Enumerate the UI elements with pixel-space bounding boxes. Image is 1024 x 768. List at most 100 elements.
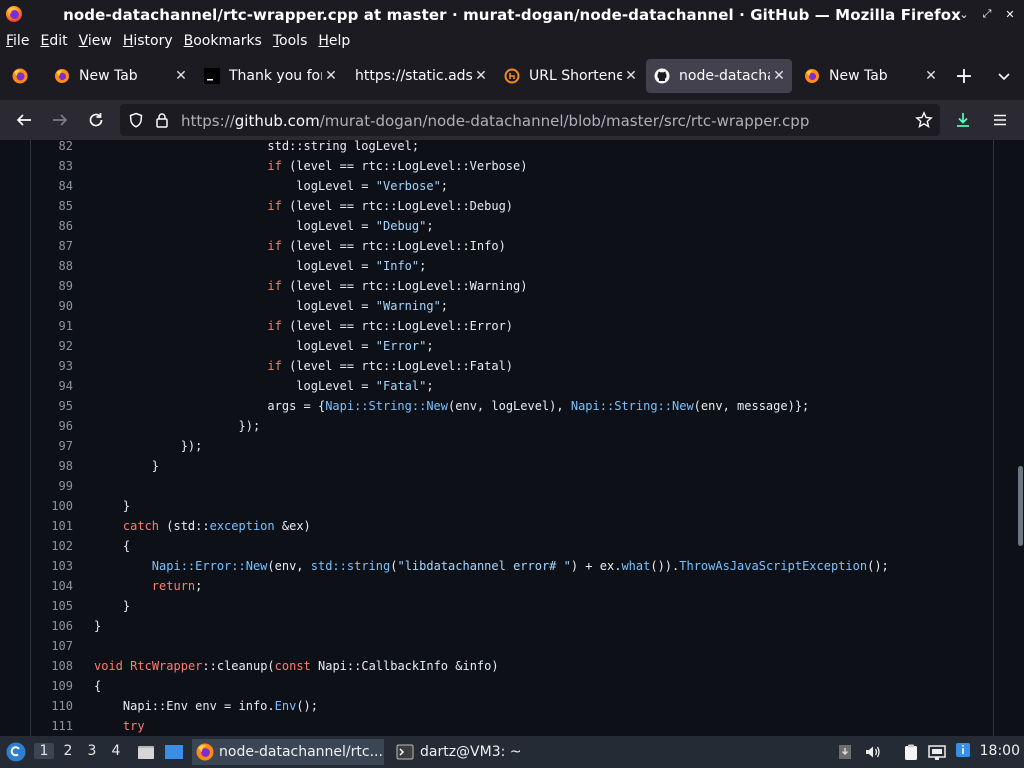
- workspace-4[interactable]: 4: [106, 743, 126, 759]
- line-code: {: [94, 539, 131, 553]
- terminal-icon: [396, 743, 414, 761]
- terminal-icon: [204, 68, 220, 84]
- close-icon[interactable]: ✕: [472, 68, 490, 84]
- line-code: Napi::Error::New(env, std::string("libda…: [151, 559, 889, 573]
- minimize-button[interactable]: ⌄: [958, 7, 970, 21]
- tab-new-tab-2[interactable]: New Tab ✕: [796, 59, 944, 93]
- app-menu-button[interactable]: [988, 108, 1012, 132]
- close-icon[interactable]: ✕: [172, 68, 190, 84]
- menu-bookmarks[interactable]: Bookmarks: [178, 33, 267, 49]
- navigation-toolbar: https://github.com/murat-dogan/node-data…: [0, 100, 1024, 140]
- line-number[interactable]: 99: [31, 476, 73, 496]
- maximize-button[interactable]: ⤢: [981, 7, 993, 21]
- line-number[interactable]: 96: [31, 416, 73, 436]
- line-number[interactable]: 82: [31, 140, 73, 156]
- new-tab-button[interactable]: +: [952, 64, 976, 89]
- hamburger-menu-icon: [994, 114, 1006, 126]
- tab-thank-you[interactable]: Thank you for ✕: [196, 59, 344, 93]
- workspace-1[interactable]: 1: [34, 743, 54, 759]
- tab-title: New Tab: [829, 68, 888, 84]
- reload-button[interactable]: [84, 108, 108, 132]
- network-button[interactable]: [925, 740, 949, 764]
- scrollbar[interactable]: [1018, 466, 1023, 546]
- forward-button[interactable]: [48, 108, 72, 132]
- line-number[interactable]: 94: [31, 376, 73, 396]
- line-number[interactable]: 107: [31, 636, 73, 656]
- tab-bar: New Tab ✕ Thank you for ✕ https://static…: [0, 52, 1024, 100]
- line-number[interactable]: 92: [31, 336, 73, 356]
- tab-title: New Tab: [79, 68, 138, 84]
- line-number[interactable]: 106: [31, 616, 73, 636]
- line-number[interactable]: 98: [31, 456, 73, 476]
- menu-file[interactable]: File: [0, 33, 34, 49]
- line-number[interactable]: 87: [31, 236, 73, 256]
- close-icon[interactable]: ✕: [322, 68, 340, 84]
- line-number[interactable]: 97: [31, 436, 73, 456]
- code-line: 88 logLevel = "Info";: [31, 256, 991, 276]
- back-button[interactable]: [12, 108, 36, 132]
- show-desktop-button[interactable]: [162, 740, 186, 764]
- network-icon: [928, 745, 946, 760]
- menu-view[interactable]: View: [73, 33, 117, 49]
- line-number[interactable]: 84: [31, 176, 73, 196]
- close-icon[interactable]: ✕: [770, 68, 788, 84]
- line-number[interactable]: 86: [31, 216, 73, 236]
- line-number[interactable]: 89: [31, 276, 73, 296]
- menu-help[interactable]: Help: [312, 33, 355, 49]
- line-number[interactable]: 101: [31, 516, 73, 536]
- close-window-button[interactable]: ✕: [1004, 7, 1016, 21]
- code-line: 99: [31, 476, 991, 496]
- line-number[interactable]: 88: [31, 256, 73, 276]
- line-code: return;: [151, 579, 203, 593]
- menu-edit[interactable]: Edit: [34, 33, 72, 49]
- close-icon[interactable]: ✕: [622, 68, 640, 84]
- menu-tools[interactable]: Tools: [267, 33, 313, 49]
- window-title: node-datachannel/rtc-wrapper.cpp at mast…: [63, 6, 961, 24]
- line-code: }: [94, 619, 102, 633]
- list-all-tabs-button[interactable]: [992, 64, 1016, 88]
- line-number[interactable]: 102: [31, 536, 73, 556]
- line-number[interactable]: 95: [31, 396, 73, 416]
- line-number[interactable]: 90: [31, 296, 73, 316]
- tab-new-tab-1[interactable]: New Tab ✕: [46, 59, 194, 93]
- start-menu-button[interactable]: [4, 740, 28, 764]
- system-taskbar: 1 2 3 4 node-datachannel/rtc... dartz@VM…: [0, 736, 1024, 768]
- clipboard-button[interactable]: [899, 740, 923, 764]
- line-number[interactable]: 83: [31, 156, 73, 176]
- firefox-view-button[interactable]: [8, 64, 32, 88]
- tray-update-button[interactable]: [833, 740, 857, 764]
- line-number[interactable]: 105: [31, 596, 73, 616]
- desktop-icon: [165, 745, 183, 759]
- site-info-button[interactable]: [150, 108, 174, 132]
- tab-node-datachannel[interactable]: node-datacha ✕: [646, 59, 792, 93]
- line-number[interactable]: 91: [31, 316, 73, 336]
- line-number[interactable]: 103: [31, 556, 73, 576]
- task-firefox[interactable]: node-datachannel/rtc...: [192, 739, 384, 765]
- line-number[interactable]: 104: [31, 576, 73, 596]
- line-number[interactable]: 109: [31, 676, 73, 696]
- line-number[interactable]: 85: [31, 196, 73, 216]
- downloads-button[interactable]: [951, 108, 975, 132]
- tracking-protection-button[interactable]: [124, 108, 148, 132]
- line-number[interactable]: 111: [31, 716, 73, 736]
- line-number[interactable]: 100: [31, 496, 73, 516]
- code-line: 95 args = {Napi::String::New(env, logLev…: [31, 396, 991, 416]
- tab-static-ads[interactable]: https://static.ads ✕: [346, 59, 494, 93]
- code-line: 103 Napi::Error::New(env, std::string("l…: [31, 556, 991, 576]
- file-manager-launcher[interactable]: [134, 740, 158, 764]
- menu-history[interactable]: History: [117, 33, 178, 49]
- line-number[interactable]: 93: [31, 356, 73, 376]
- workspace-2[interactable]: 2: [58, 743, 78, 759]
- urlshortener-icon: [504, 68, 520, 84]
- close-icon[interactable]: ✕: [922, 68, 940, 84]
- line-number[interactable]: 108: [31, 656, 73, 676]
- line-code: if (level == rtc::LogLevel::Fatal): [267, 359, 514, 373]
- workspace-3[interactable]: 3: [82, 743, 102, 759]
- bookmark-star-button[interactable]: [912, 108, 936, 132]
- task-terminal[interactable]: dartz@VM3: ~: [392, 739, 532, 765]
- notifications-button[interactable]: [951, 738, 975, 762]
- url-bar[interactable]: https://github.com/murat-dogan/node-data…: [120, 104, 940, 136]
- line-number[interactable]: 110: [31, 696, 73, 716]
- tab-url-shortener[interactable]: URL Shortene ✕: [496, 59, 644, 93]
- volume-button[interactable]: [861, 740, 885, 764]
